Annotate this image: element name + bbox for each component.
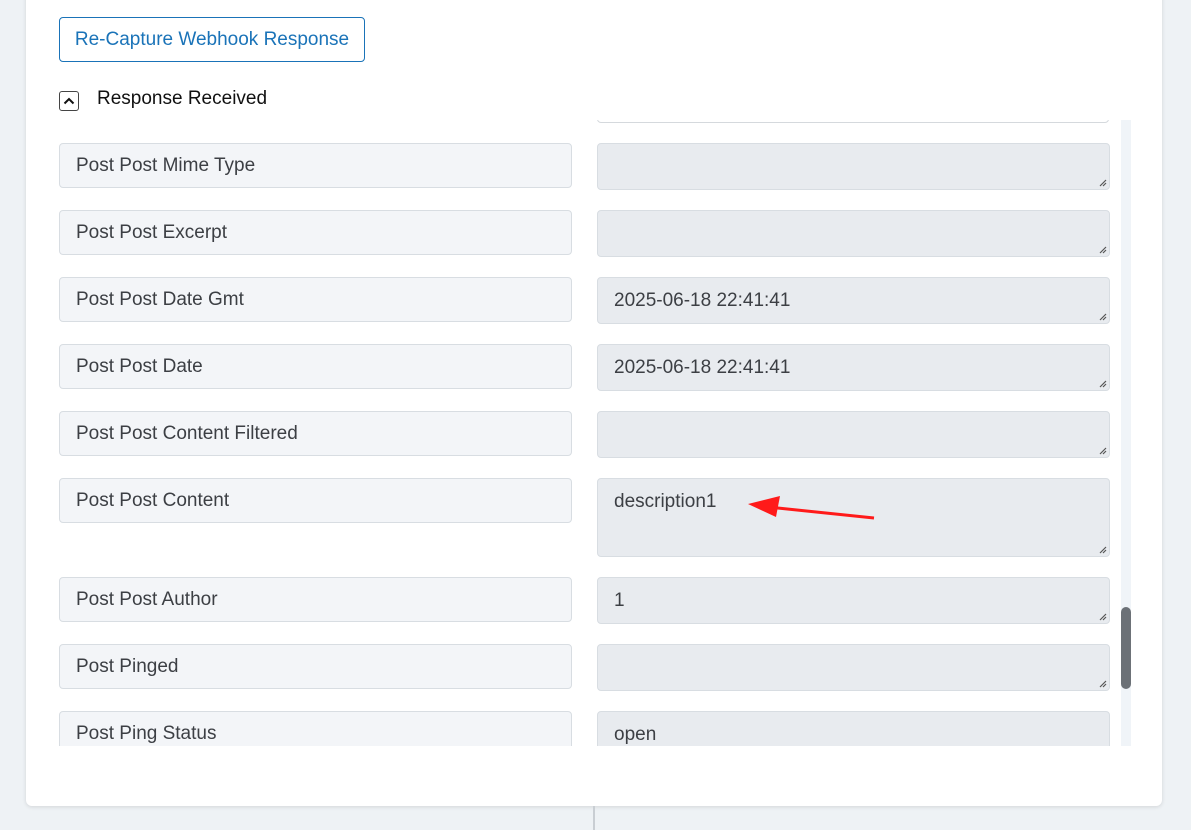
section-title: Response Received — [97, 88, 268, 109]
collapse-toggle-button[interactable] — [59, 91, 79, 111]
resize-grip-icon[interactable] — [1097, 678, 1107, 688]
field-label: Post Post Date Gmt — [59, 277, 572, 322]
resize-grip-icon[interactable] — [1097, 445, 1107, 455]
scrollbar-thumb[interactable] — [1121, 607, 1131, 689]
field-label: Post Post Author — [59, 577, 572, 622]
field-label: Post Pinged — [59, 644, 572, 689]
resize-grip-icon[interactable] — [1097, 544, 1107, 554]
field-label: Post Post Excerpt — [59, 210, 572, 255]
chevron-up-icon — [63, 97, 75, 105]
field-value[interactable]: 1 — [597, 577, 1110, 624]
field-value[interactable]: open — [597, 711, 1110, 746]
resize-grip-icon[interactable] — [1097, 378, 1107, 388]
field-label: Post Post Content — [59, 478, 572, 523]
field-label: Post Post Content Filtered — [59, 411, 572, 456]
previous-field-value[interactable] — [597, 120, 1109, 123]
field-value[interactable] — [597, 411, 1110, 458]
field-label: Post Ping Status — [59, 711, 572, 746]
flow-connector-line — [593, 806, 595, 830]
field-value[interactable]: 2025-06-18 22:41:41 — [597, 277, 1110, 324]
field-label: Post Post Date — [59, 344, 572, 389]
recapture-webhook-button[interactable]: Re-Capture Webhook Response — [59, 17, 365, 62]
field-value[interactable] — [597, 644, 1110, 691]
field-value[interactable] — [597, 143, 1110, 190]
resize-grip-icon[interactable] — [1097, 244, 1107, 254]
resize-grip-icon[interactable] — [1097, 611, 1107, 621]
field-value[interactable]: 2025-06-18 22:41:41 — [597, 344, 1110, 391]
resize-grip-icon[interactable] — [1097, 311, 1107, 321]
annotation-arrow-icon — [748, 496, 875, 520]
resize-grip-icon[interactable] — [1097, 177, 1107, 187]
field-label: Post Post Mime Type — [59, 143, 572, 188]
field-value[interactable] — [597, 210, 1110, 257]
response-fields-list[interactable]: Post Post Mime Type Post Post Excerpt Po… — [59, 120, 1121, 746]
